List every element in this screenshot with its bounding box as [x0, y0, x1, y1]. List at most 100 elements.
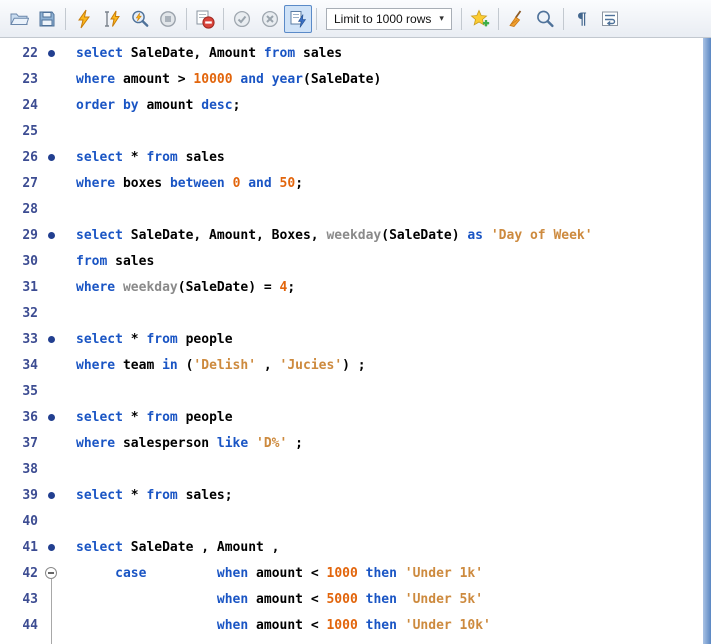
statement-marker-icon	[48, 492, 55, 499]
line-number: 44	[0, 618, 38, 633]
code-text: when amount < 1000 then 'Under 10k'	[76, 618, 491, 633]
code-lines: 22select SaleDate, Amount from sales 23 wh…	[0, 40, 711, 638]
fold-collapse-icon[interactable]	[45, 567, 57, 579]
code-line[interactable]: 30 from sales	[0, 248, 711, 274]
line-number: 27	[0, 176, 38, 191]
rollback-button[interactable]	[256, 5, 284, 33]
code-line[interactable]: 39 select * from sales;	[0, 482, 711, 508]
code-line[interactable]: 23 where amount > 10000 and year(SaleDate…	[0, 66, 711, 92]
code-text: when amount < 5000 then 'Under 5k'	[76, 592, 483, 607]
code-line[interactable]: 28	[0, 196, 711, 222]
autocommit-toggle[interactable]	[284, 5, 312, 33]
stop-on-error-icon	[195, 9, 215, 29]
new-snippet-button[interactable]	[466, 5, 494, 33]
line-number: 38	[0, 462, 38, 477]
code-line[interactable]: 22select SaleDate, Amount from sales	[0, 40, 711, 66]
limit-rows-value: Limit to 1000 rows	[334, 12, 431, 26]
toolbar-separator	[498, 8, 499, 30]
beautify-button[interactable]	[503, 5, 531, 33]
commit-button[interactable]	[228, 5, 256, 33]
explain-magnifier-lightning-icon	[130, 9, 150, 29]
execute-button[interactable]	[70, 5, 98, 33]
marker-column	[38, 492, 64, 499]
execute-lightning-icon	[74, 9, 94, 29]
line-number: 39	[0, 488, 38, 503]
code-text: where boxes between 0 and 50;	[76, 176, 303, 191]
code-line[interactable]: 24order by amount desc;	[0, 92, 711, 118]
code-text: select * from sales;	[76, 488, 233, 503]
limit-rows-dropdown[interactable]: Limit to 1000 rows ▾	[326, 8, 452, 30]
line-number: 43	[0, 592, 38, 607]
wrap-text-button[interactable]	[596, 5, 624, 33]
save-button[interactable]	[33, 5, 61, 33]
code-text: where team in ('Delish' , 'Jucies') ;	[76, 358, 366, 373]
line-number: 37	[0, 436, 38, 451]
line-number: 25	[0, 124, 38, 139]
marker-column	[38, 232, 64, 239]
line-number: 30	[0, 254, 38, 269]
code-line[interactable]: 40	[0, 508, 711, 534]
fold-guide-line	[51, 579, 52, 644]
code-line[interactable]: 37where salesperson like 'D%' ;	[0, 430, 711, 456]
line-number: 23	[0, 72, 38, 87]
code-line[interactable]: 36select * from people	[0, 404, 711, 430]
show-invisibles-button[interactable]: ¶	[568, 5, 596, 33]
marker-column	[38, 544, 64, 551]
stop-button[interactable]	[154, 5, 182, 33]
code-line[interactable]: 41select SaleDate , Amount ,	[0, 534, 711, 560]
line-number: 31	[0, 280, 38, 295]
vertical-scrollbar[interactable]	[703, 38, 711, 644]
code-line[interactable]: 34where team in ('Delish' , 'Jucies') ;	[0, 352, 711, 378]
code-text: case when amount < 1000 then 'Under 1k'	[76, 566, 483, 581]
chevron-down-icon: ▾	[439, 13, 444, 24]
statement-marker-icon	[48, 336, 55, 343]
stop-on-error-toggle[interactable]	[191, 5, 219, 33]
execute-current-button[interactable]	[98, 5, 126, 33]
code-text: where weekday(SaleDate) = 4;	[76, 280, 295, 295]
code-text: select SaleDate, Amount from sales	[76, 46, 342, 61]
rollback-x-circle-icon	[260, 9, 280, 29]
code-text: select * from people	[76, 410, 233, 425]
statement-marker-icon	[48, 154, 55, 161]
sql-editor-window: Limit to 1000 rows ▾	[0, 0, 711, 644]
code-line[interactable]: 44 when amount < 1000 then 'Under 10k'	[0, 612, 711, 638]
toolbar-separator	[461, 8, 462, 30]
code-line[interactable]: 33select * from people	[0, 326, 711, 352]
line-number: 26	[0, 150, 38, 165]
line-number: 24	[0, 98, 38, 113]
line-number: 42	[0, 566, 38, 581]
code-line[interactable]: 27 where boxes between 0 and 50;	[0, 170, 711, 196]
code-text: from sales	[76, 254, 154, 269]
explain-button[interactable]	[126, 5, 154, 33]
code-line[interactable]: 32	[0, 300, 711, 326]
line-number: 28	[0, 202, 38, 217]
folder-open-icon	[9, 9, 29, 29]
code-line[interactable]: 25	[0, 118, 711, 144]
line-number: 29	[0, 228, 38, 243]
marker-column	[38, 414, 64, 421]
toolbar-separator	[563, 8, 564, 30]
code-line[interactable]: 26select * from sales	[0, 144, 711, 170]
code-line[interactable]: 31 where weekday(SaleDate) = 4;	[0, 274, 711, 300]
code-line[interactable]: 42 case when amount < 1000 then 'Under 1…	[0, 560, 711, 586]
pilcrow-icon: ¶	[577, 11, 587, 27]
autocommit-icon	[288, 9, 308, 29]
code-text: where amount > 10000 and year(SaleDate)	[76, 72, 381, 87]
code-line[interactable]: 38	[0, 456, 711, 482]
code-line[interactable]: 29select SaleDate, Amount, Boxes, weekda…	[0, 222, 711, 248]
marker-column	[38, 567, 64, 579]
marker-column	[38, 50, 64, 57]
code-line[interactable]: 35	[0, 378, 711, 404]
sql-code-editor[interactable]: 22select SaleDate, Amount from sales 23 wh…	[0, 38, 711, 644]
line-number: 40	[0, 514, 38, 529]
toolbar-separator	[223, 8, 224, 30]
code-line[interactable]: 43 when amount < 5000 then 'Under 5k'	[0, 586, 711, 612]
code-text: select * from people	[76, 332, 233, 347]
stop-circle-icon	[158, 9, 178, 29]
find-button[interactable]	[531, 5, 559, 33]
line-number: 41	[0, 540, 38, 555]
open-file-button[interactable]	[5, 5, 33, 33]
execute-current-lightning-cursor-icon	[102, 9, 122, 29]
statement-marker-icon	[48, 50, 55, 57]
snippet-star-plus-icon	[470, 9, 490, 29]
